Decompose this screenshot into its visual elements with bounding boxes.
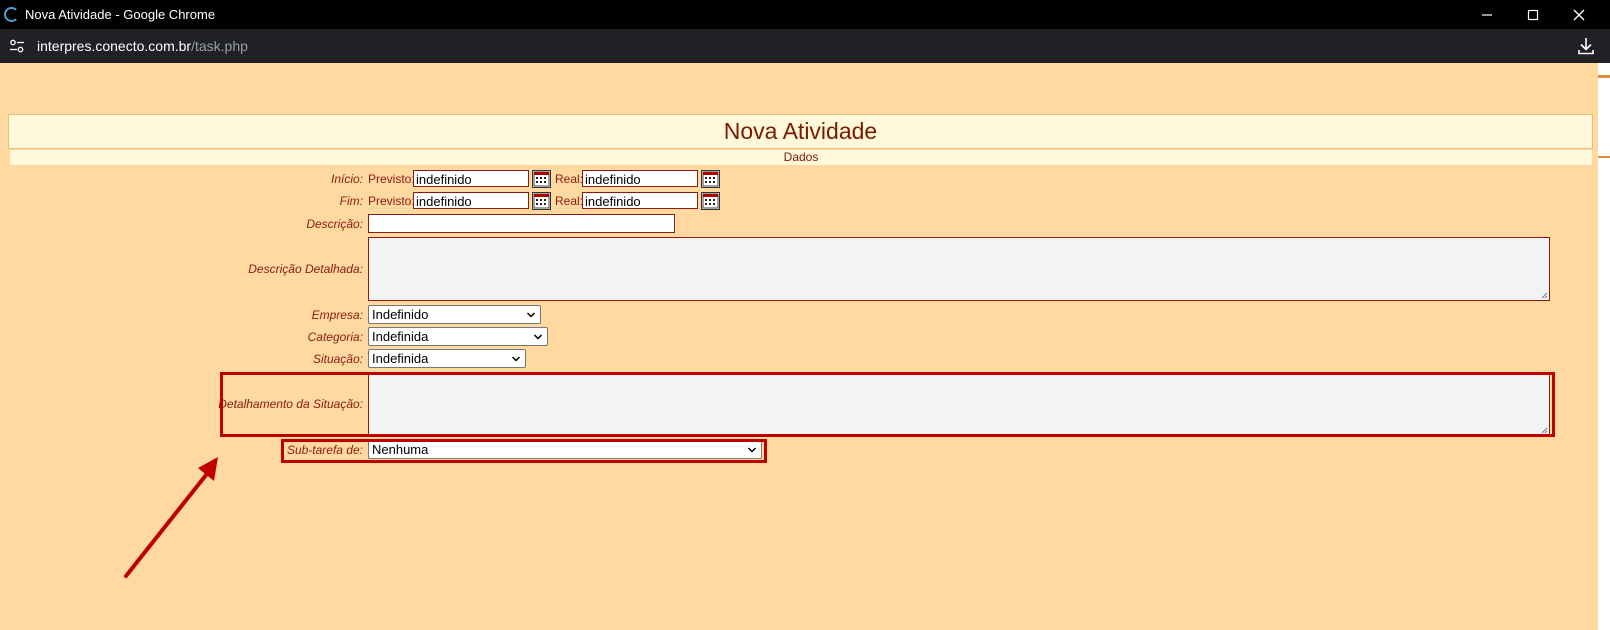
categoria-label: Categoria: [307, 330, 363, 344]
address-bar[interactable]: interpres.conecto.com.br/task.php [0, 29, 1610, 63]
situacao-label: Situação: [312, 352, 363, 366]
empresa-selected: Indefinido [372, 307, 429, 322]
fim-real-label: Real: [555, 194, 584, 208]
chevron-down-icon [511, 356, 521, 362]
calendar-icon[interactable] [701, 192, 720, 210]
edge-stripe [1598, 75, 1610, 78]
highlight-box [220, 372, 1555, 437]
edge-stripe [1598, 156, 1610, 158]
site-settings-icon[interactable] [9, 38, 25, 54]
close-icon [1573, 9, 1585, 20]
inicio-label: Início: [330, 172, 363, 186]
fim-previsto-label: Previsto: [368, 194, 415, 208]
chevron-down-icon [533, 334, 543, 340]
close-button[interactable] [1556, 0, 1602, 29]
fim-real-input[interactable]: indefinido [582, 192, 698, 209]
chevron-down-icon [526, 312, 536, 318]
empresa-label: Empresa: [311, 308, 363, 322]
inicio-real-input[interactable]: indefinido [582, 170, 698, 187]
annotation-arrow-icon [124, 457, 218, 578]
resize-grip-icon[interactable] [1541, 292, 1548, 299]
calendar-icon[interactable] [532, 170, 551, 188]
highlight-box [281, 439, 767, 463]
page-heading: Nova Atividade [8, 114, 1593, 149]
categoria-select[interactable]: Indefinida [368, 327, 548, 346]
inicio-previsto-input[interactable]: indefinido [413, 170, 529, 187]
section-title: Dados [10, 150, 1592, 165]
loading-spinner-icon [4, 7, 19, 22]
descricao-detalhada-textarea[interactable] [368, 237, 1550, 301]
situacao-select[interactable]: Indefinida [368, 349, 526, 368]
fim-previsto-input[interactable]: indefinido [413, 192, 529, 209]
url-text[interactable]: interpres.conecto.com.br/task.php [37, 38, 248, 54]
maximize-icon [1527, 9, 1539, 20]
inicio-previsto-label: Previsto: [368, 172, 415, 186]
page-content: Nova Atividade Dados Início: Previsto: i… [0, 63, 1598, 630]
window-titlebar: Nova Atividade - Google Chrome [0, 0, 1610, 29]
maximize-button[interactable] [1510, 0, 1556, 29]
calendar-icon[interactable] [701, 170, 720, 188]
empresa-select[interactable]: Indefinido [368, 305, 541, 324]
inicio-real-label: Real: [555, 172, 584, 186]
calendar-icon[interactable] [532, 192, 551, 210]
url-path: /task.php [191, 38, 248, 54]
background-window-edge [1598, 63, 1610, 630]
descricao-input[interactable] [368, 214, 675, 233]
url-host: interpres.conecto.com.br [37, 38, 192, 54]
window-title: Nova Atividade - Google Chrome [25, 7, 216, 22]
descricao-label: Descrição: [306, 217, 363, 231]
fim-label: Fim: [339, 194, 363, 208]
situacao-selected: Indefinida [372, 351, 429, 366]
minimize-button[interactable] [1464, 0, 1510, 29]
download-icon[interactable] [1576, 36, 1596, 56]
minimize-icon [1482, 13, 1492, 16]
categoria-selected: Indefinida [372, 329, 429, 344]
descricao-detalhada-label: Descrição Detalhada: [248, 262, 363, 276]
